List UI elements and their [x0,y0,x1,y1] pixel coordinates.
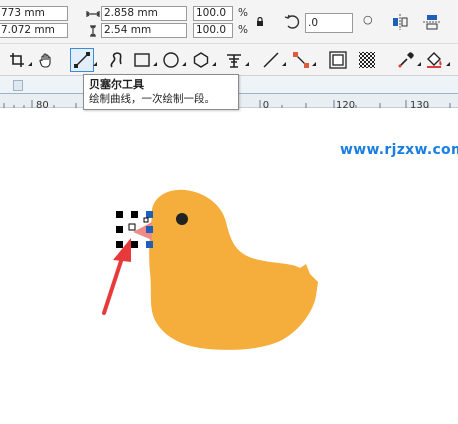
polygon-tool-flyout-icon[interactable] [212,62,216,66]
text-tool-flyout-icon[interactable] [245,62,249,66]
tooltip-description: 绘制曲线，一次绘制一段。 [89,93,215,105]
rectangle-tool[interactable] [130,48,154,72]
crop-tool[interactable] [5,48,29,72]
drop-shadow-tool[interactable] [326,48,350,72]
ellipse-tool[interactable] [159,48,183,72]
rectangle-tool-flyout-icon[interactable] [153,62,157,66]
pan-tool[interactable] [34,48,58,72]
degree-symbol: ○ [363,13,373,26]
connector-tool[interactable] [289,48,313,72]
scale-y-field[interactable]: 100.0 [193,23,233,38]
eyedropper-tool-flyout-icon[interactable] [417,62,421,66]
bezier-tool-tooltip: 贝塞尔工具 绘制曲线，一次绘制一段。 [83,74,239,110]
watermark-text: www.rjzxw.com [340,142,458,158]
bird-shape[interactable] [149,189,318,350]
toolbox [0,44,458,76]
height-field[interactable]: 2.54 mm [101,23,187,38]
red-arrow-annotation [102,238,131,315]
rotation-field[interactable]: .0 [305,13,353,33]
mirror-vertical-icon[interactable] [421,12,443,32]
x-position-field[interactable]: 773 mm [0,6,68,21]
crop-tool-flyout-icon[interactable] [28,62,32,66]
document-tab-icon[interactable] [13,80,23,91]
dimension-tool-flyout-icon[interactable] [282,62,286,66]
scale-y-unit: % [238,24,248,36]
mirror-horizontal-icon[interactable] [389,12,411,32]
interactive-fill-tool-flyout-icon[interactable] [446,62,450,66]
polygon-tool[interactable] [189,48,213,72]
ellipse-tool-flyout-icon[interactable] [182,62,186,66]
artistic-media-tool[interactable] [104,48,128,72]
width-icon [86,8,100,20]
bird-eye [176,213,188,225]
rotation-icon [283,12,303,32]
y-position-field[interactable]: 7.072 mm [0,23,68,38]
interactive-fill-tool[interactable] [423,48,447,72]
bezier-tool-flyout-icon[interactable] [93,62,97,66]
parallel-dimension-tool[interactable] [259,48,283,72]
width-field[interactable]: 2.858 mm [101,6,187,21]
selection-handles[interactable] [116,211,153,248]
connector-tool-flyout-icon[interactable] [312,62,316,66]
eyedropper-tool[interactable] [394,48,418,72]
scale-x-unit: % [238,7,248,19]
lock-ratio-icon[interactable] [255,16,265,28]
tooltip-title: 贝塞尔工具 [89,78,144,91]
height-icon [86,25,100,37]
transparency-tool[interactable] [355,48,379,72]
drawing-canvas[interactable]: www.rjzxw.com [0,108,458,424]
property-bar: 773 mm 7.072 mm 2.858 mm 2.54 mm 100.0 1… [0,0,458,44]
bezier-tool[interactable] [70,48,94,72]
scale-x-field[interactable]: 100.0 [193,6,233,21]
text-tool[interactable] [222,48,246,72]
